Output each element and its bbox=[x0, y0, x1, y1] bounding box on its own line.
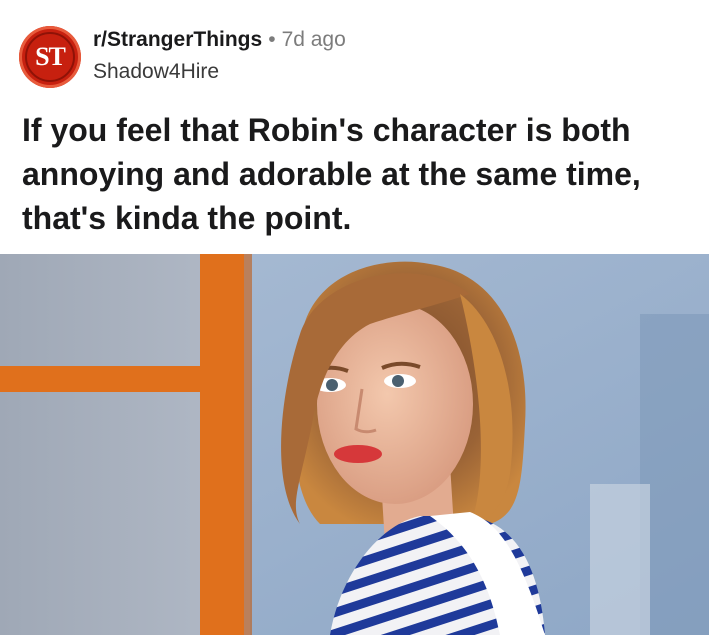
subreddit-link[interactable]: r/StrangerThings bbox=[93, 26, 262, 54]
post-timestamp: 7d ago bbox=[281, 28, 346, 51]
author-link[interactable]: Shadow4Hire bbox=[93, 58, 346, 86]
post-image[interactable] bbox=[0, 254, 709, 635]
subreddit-avatar[interactable]: ST bbox=[19, 26, 81, 88]
avatar-logo-text: ST bbox=[35, 42, 66, 71]
meta-separator: • bbox=[268, 28, 276, 51]
post-title[interactable]: If you feel that Robin's character is bo… bbox=[22, 108, 697, 240]
meta-line: r/StrangerThings • 7d ago bbox=[93, 26, 346, 54]
photo-illustration bbox=[0, 254, 709, 635]
post-header: ST r/StrangerThings • 7d ago Shadow4Hire bbox=[19, 26, 346, 88]
post-meta: r/StrangerThings • 7d ago Shadow4Hire bbox=[93, 26, 346, 86]
